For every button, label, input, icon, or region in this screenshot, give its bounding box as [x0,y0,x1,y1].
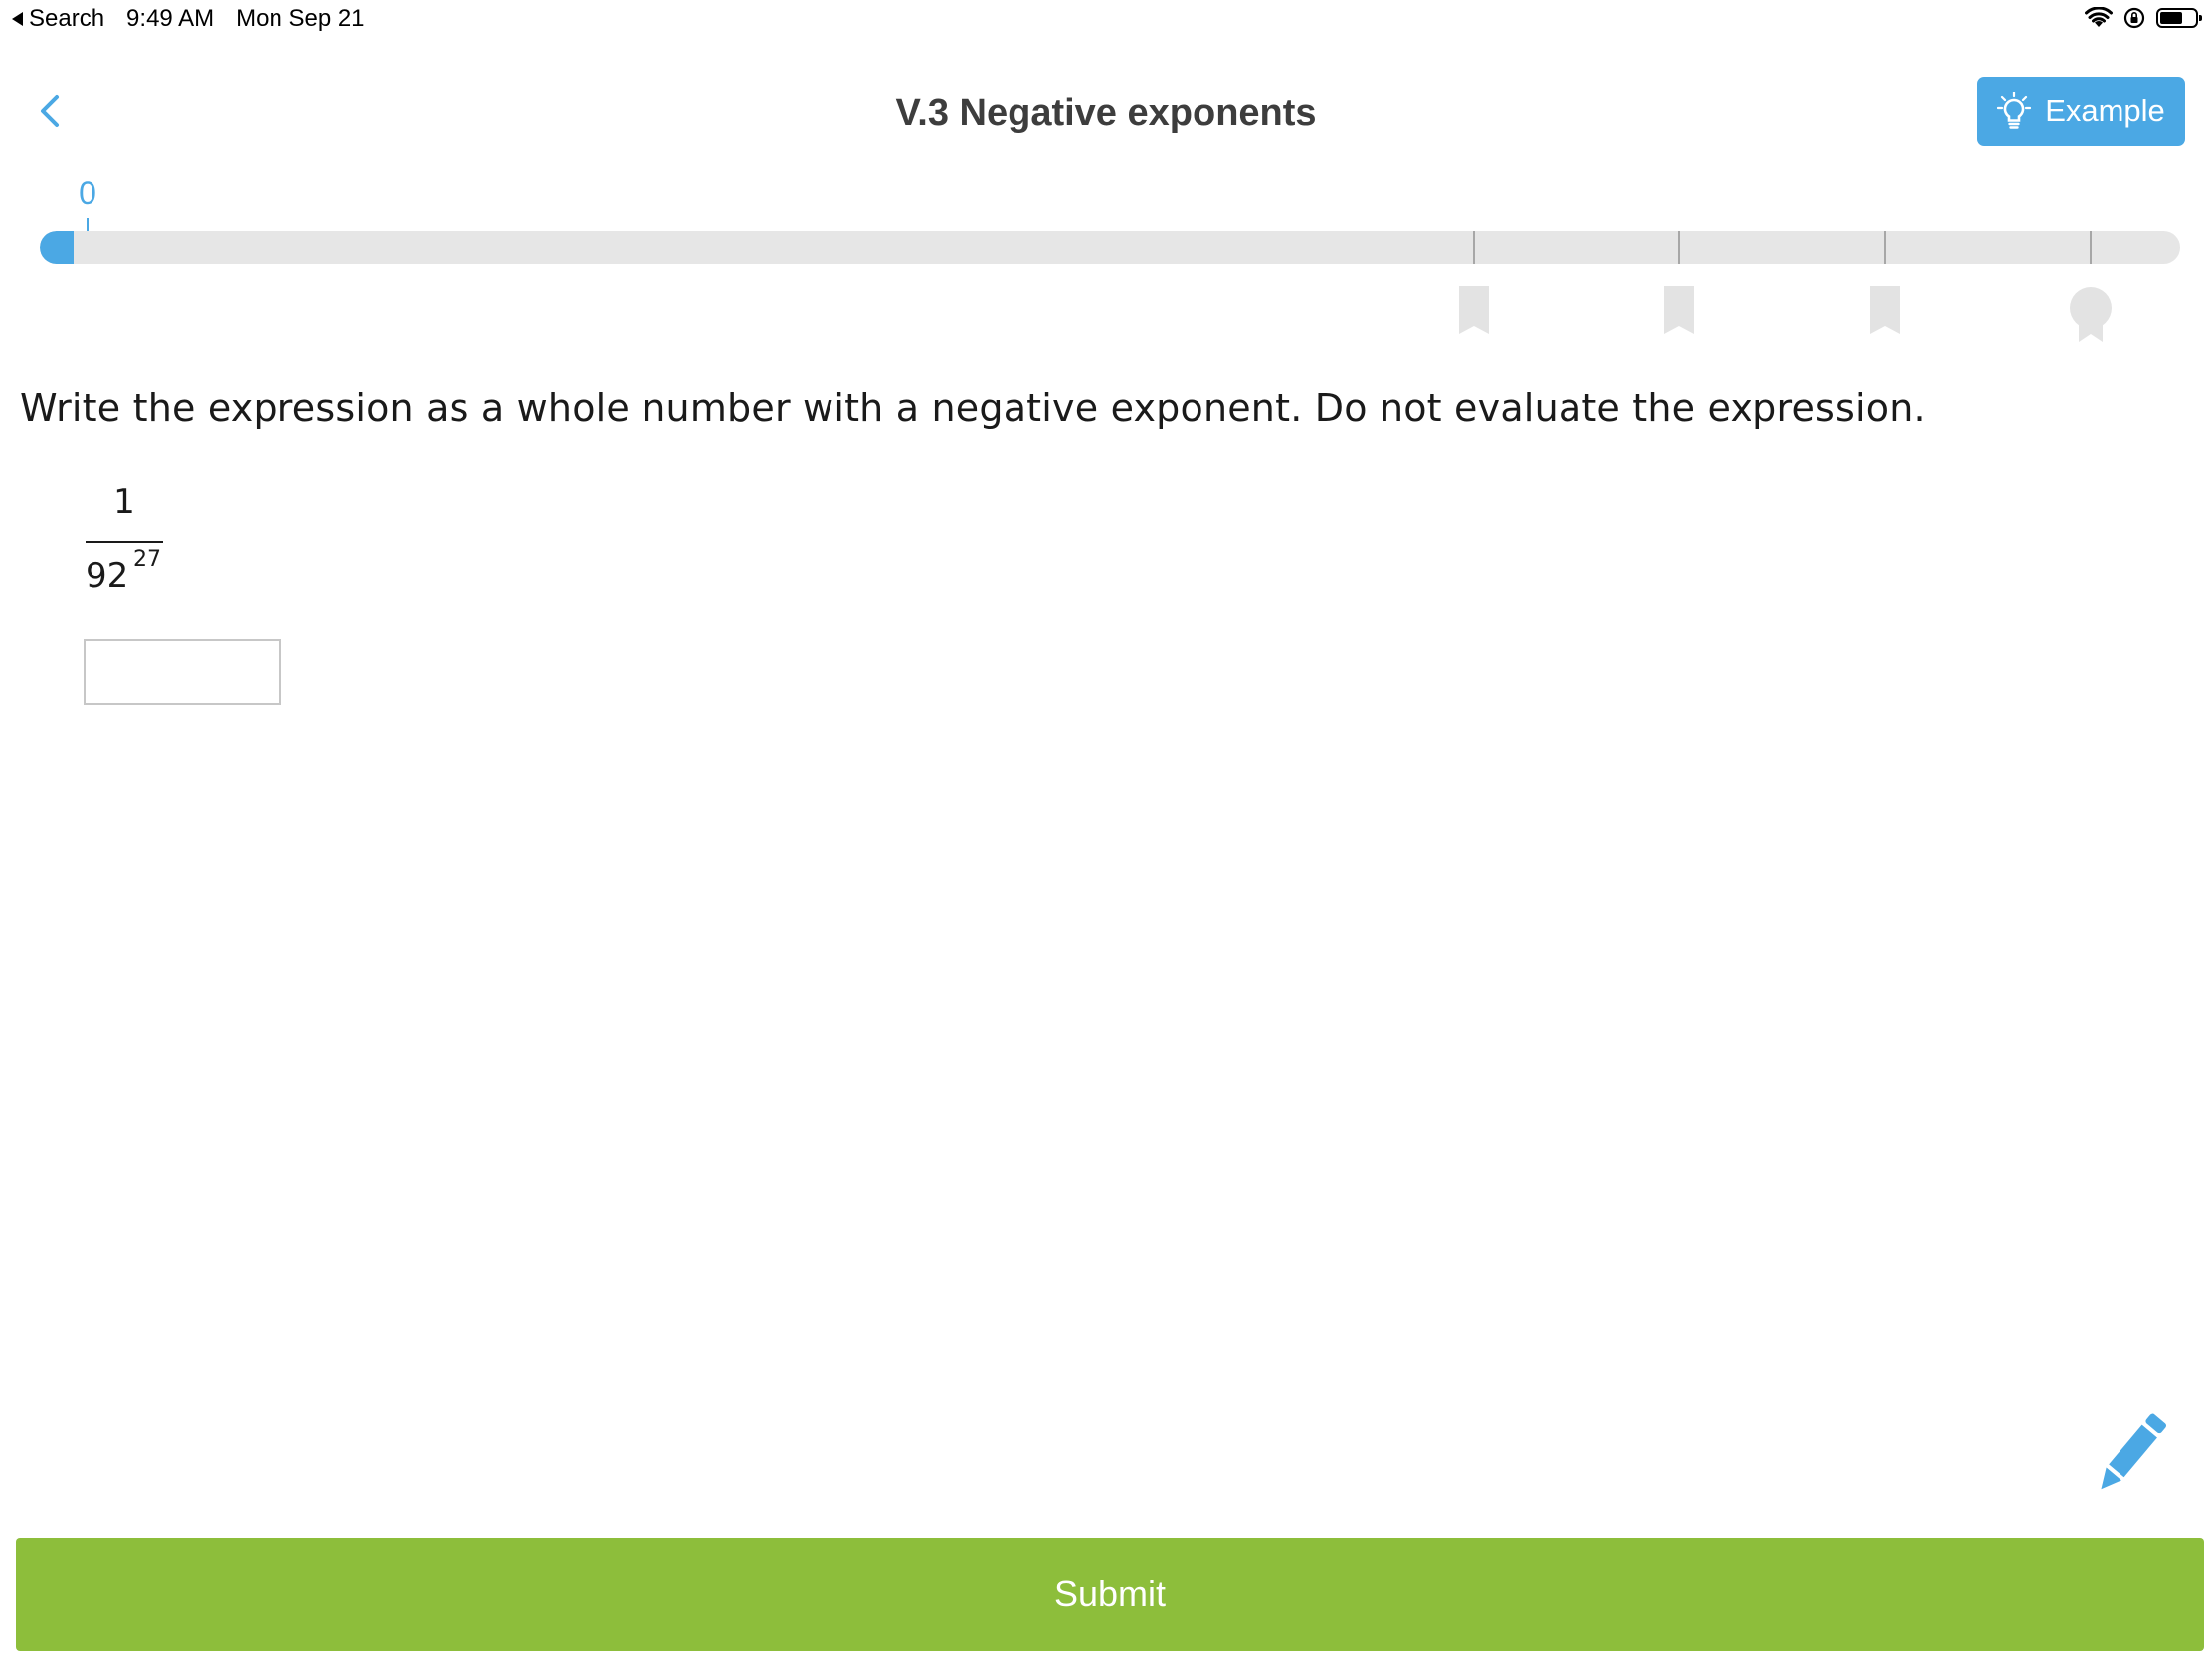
status-back-app: Search [29,5,105,32]
submit-label: Submit [1053,1573,1167,1614]
fraction-bar [86,541,163,543]
fraction-denominator: 92 27 [86,547,165,597]
status-icons [2085,6,2202,30]
milestone-tick [1884,231,1886,264]
question-prompt: Write the expression as a whole number w… [20,386,1926,430]
example-button[interactable]: Example [1977,77,2185,146]
bookmark-icon [1664,286,1694,334]
wifi-icon [2085,7,2113,27]
status-left[interactable]: Search 9:49 AM Mon Sep 21 [12,5,365,33]
pencil-icon [2101,1413,2167,1490]
fraction-expression: 1 92 27 [86,481,165,597]
bookmark-icon [1870,286,1900,334]
milestone-tick [1678,231,1680,264]
progress-fill [40,231,74,264]
fraction-numerator: 1 [113,482,135,522]
orientation-lock-icon [2123,7,2145,29]
denominator-base: 92 [86,556,129,596]
practice-page: Search 9:49 AM Mon Sep 21 V.3 Negative e… [0,0,2212,1659]
lightbulb-icon [1997,92,2032,129]
award-ribbon-icon [2070,287,2112,342]
back-triangle-icon [12,12,23,26]
back-button[interactable] [28,88,76,135]
smartscore-value: 0 [79,175,96,211]
milestone-tick [2090,231,2092,264]
chevron-left-icon [41,95,59,127]
status-bar: Search 9:49 AM Mon Sep 21 [0,0,2212,40]
example-label: Example [2045,93,2165,128]
submit-button[interactable]: Submit [16,1538,2204,1651]
status-date: Mon Sep 21 [236,5,365,32]
status-time: 9:49 AM [126,5,215,32]
denominator-exponent: 27 [133,547,161,572]
scratchpad-button[interactable] [2081,1404,2180,1504]
score-pointer [87,218,89,232]
answer-input[interactable] [84,639,281,705]
progress-track [40,231,2180,264]
page-title: V.3 Negative exponents [895,92,1317,134]
battery-icon [2156,8,2202,28]
milestone-tick [1473,231,1475,264]
bookmark-icon [1459,286,1489,334]
